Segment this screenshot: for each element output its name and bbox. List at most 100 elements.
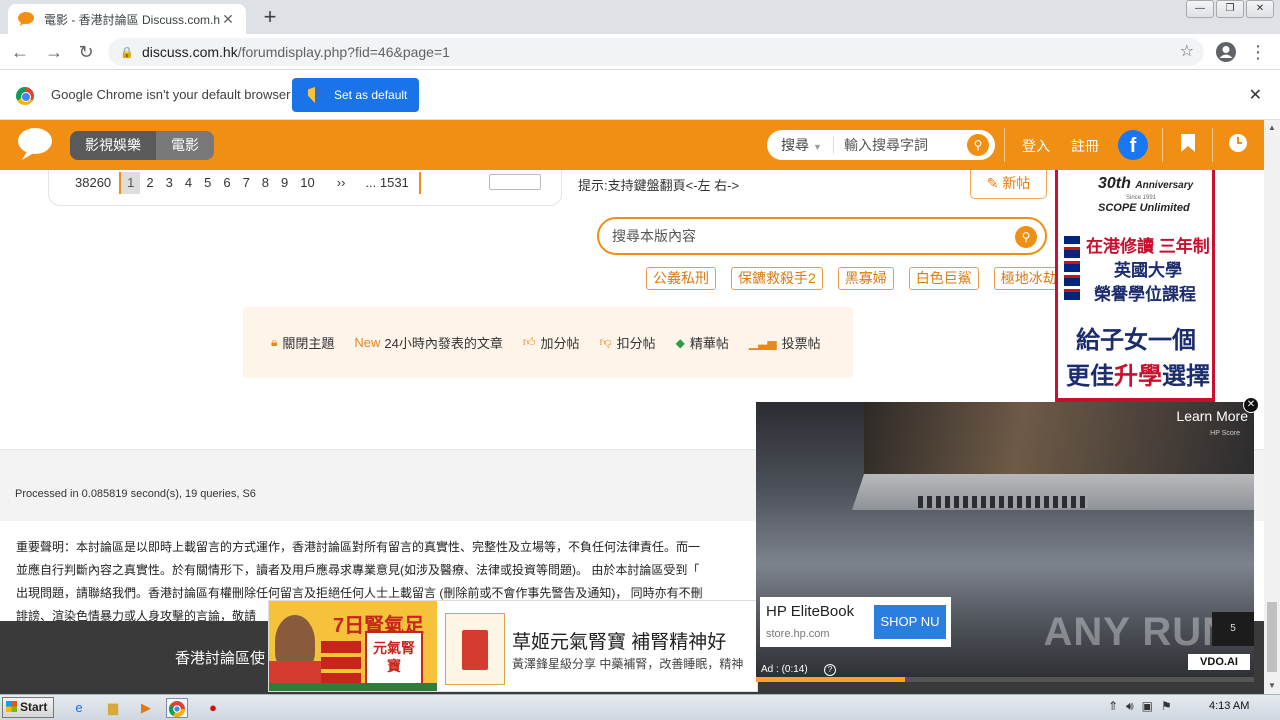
learn-more-link[interactable]: Learn More bbox=[1176, 408, 1248, 424]
tag-link[interactable]: 黑寡婦 bbox=[837, 267, 894, 290]
tag-link[interactable]: 白色巨鯊 bbox=[908, 267, 979, 290]
next-page-link[interactable]: ›› bbox=[331, 172, 360, 194]
back-arrow-icon[interactable]: ← bbox=[8, 40, 32, 64]
ad-promo-panel: 7日腎氣足 元氣腎寶 bbox=[269, 601, 437, 691]
new-post-button[interactable]: ✎ 新帖 bbox=[970, 170, 1047, 199]
browser-tab[interactable]: 電影 - 香港討論區 Discuss.com.hk - ✕ bbox=[8, 4, 246, 34]
site-search-input[interactable] bbox=[844, 137, 962, 153]
site-logo-icon[interactable] bbox=[18, 128, 52, 154]
page-link[interactable]: 5 bbox=[198, 172, 217, 194]
lock-icon: 🔒︎ bbox=[271, 335, 278, 349]
forward-arrow-icon[interactable]: → bbox=[42, 40, 66, 64]
skip-countdown[interactable]: 5 bbox=[1212, 612, 1254, 646]
set-as-default-button[interactable]: Set as default bbox=[292, 78, 419, 112]
search-icon[interactable]: ⚲ bbox=[967, 134, 989, 156]
bottom-banner-ad[interactable]: 7日腎氣足 元氣腎寶 草姬元氣腎寶 補腎精神好 黃澤鋒星級分享 中藥補腎，改善睡… bbox=[268, 600, 758, 692]
tag-link[interactable]: 保鑣救殺手2 bbox=[731, 267, 823, 290]
hot-tags: 公義私刑 保鑣救殺手2 黑寡婦 白色巨鯊 極地冰劫 bbox=[646, 267, 1079, 290]
ad-line: 英國大學 bbox=[1114, 261, 1182, 280]
video-ad-card: HP EliteBook store.hp.com SHOP NU bbox=[760, 597, 951, 647]
header-divider bbox=[1162, 128, 1163, 162]
minimize-button[interactable]: — bbox=[1186, 0, 1214, 18]
tab-movies[interactable]: 電影 bbox=[156, 131, 214, 160]
media-player-icon[interactable]: ▶ bbox=[135, 698, 157, 718]
close-window-button[interactable]: ✕ bbox=[1246, 0, 1274, 18]
gem-icon: ◆ bbox=[675, 335, 685, 350]
address-bar[interactable]: 🔒 discuss.com.hk/forumdisplay.php?fid=46… bbox=[108, 38, 1204, 66]
new-tab-button[interactable]: + bbox=[258, 6, 282, 30]
page-link[interactable]: 4 bbox=[179, 172, 198, 194]
page-scrollbar[interactable]: ▲ ▼ bbox=[1264, 120, 1280, 694]
tray-arrow-icon[interactable]: ⇑ bbox=[1108, 699, 1118, 714]
legend-plus: 👍︎ 加分帖 bbox=[522, 335, 580, 351]
page-link-current[interactable]: 1 bbox=[119, 172, 141, 194]
tag-link[interactable]: 公義私刑 bbox=[646, 267, 716, 290]
chrome-taskbar-icon[interactable] bbox=[166, 698, 188, 718]
ad-bullets-image bbox=[321, 637, 361, 685]
scrollbar-thumb[interactable] bbox=[1267, 602, 1277, 672]
page-link[interactable]: 10 bbox=[294, 172, 330, 194]
thumbs-up-icon: 👍︎ bbox=[522, 335, 536, 349]
menu-kebab-icon[interactable]: ⋮ bbox=[1246, 40, 1270, 64]
network-icon[interactable]: ▣ bbox=[1142, 699, 1153, 714]
scroll-down-arrow-icon[interactable]: ▼ bbox=[1264, 678, 1280, 694]
ad-subtext: 黃澤鋒星級分享 中藥補腎，改善睡眠，精神 bbox=[512, 657, 744, 671]
page-link[interactable]: 3 bbox=[160, 172, 179, 194]
anyrun-watermark: ANY RUN bbox=[1043, 610, 1232, 654]
register-link[interactable]: 註冊 bbox=[1071, 136, 1099, 156]
scroll-up-arrow-icon[interactable]: ▲ bbox=[1264, 120, 1280, 136]
pagination-panel: 38260 1 2 3 4 5 6 7 8 9 10 ›› ... 1531 bbox=[48, 170, 562, 206]
last-page-link[interactable]: ... 1531 bbox=[359, 172, 414, 194]
bookmark-star-icon[interactable]: ☆ bbox=[1180, 41, 1194, 61]
uk-flag-icon bbox=[1064, 236, 1080, 300]
lock-icon: 🔒 bbox=[120, 46, 134, 59]
antivirus-icon[interactable]: ● bbox=[202, 698, 224, 718]
facebook-icon[interactable]: f bbox=[1118, 130, 1148, 160]
hp-logo: HP Score bbox=[1210, 430, 1240, 437]
page-link[interactable]: 6 bbox=[217, 172, 236, 194]
history-clock-icon[interactable] bbox=[1227, 133, 1249, 157]
action-center-flag-icon[interactable]: ⚑ bbox=[1161, 699, 1172, 714]
profile-avatar-icon[interactable] bbox=[1214, 40, 1238, 64]
tag-link[interactable]: 極地冰劫 bbox=[993, 267, 1064, 290]
info-icon[interactable]: ? bbox=[824, 664, 836, 676]
page-link[interactable]: 7 bbox=[237, 172, 256, 194]
start-button[interactable]: Start bbox=[2, 697, 54, 718]
reload-icon[interactable]: ↻ bbox=[74, 40, 98, 64]
board-search-input[interactable] bbox=[612, 228, 992, 244]
page-link[interactable]: 8 bbox=[256, 172, 275, 194]
processed-stats: Processed in 0.085819 second(s), 19 quer… bbox=[15, 488, 256, 500]
side-banner-ad[interactable]: 30th Anniversary Since 1991 SCOPE Unlimi… bbox=[1055, 170, 1215, 402]
shop-now-button[interactable]: SHOP NU bbox=[874, 605, 946, 639]
legend-closed: 🔒︎ 關閉主題 bbox=[271, 335, 335, 351]
login-link[interactable]: 登入 bbox=[1022, 136, 1050, 156]
system-tray: ⇑ 🔊︎ ▣ ⚑ bbox=[1108, 699, 1180, 714]
tab-close-icon[interactable]: ✕ bbox=[220, 11, 236, 28]
window-controls: — ❐ ✕ bbox=[1184, 0, 1274, 18]
video-ad-player[interactable]: Learn More HP Score ANY RUN HP EliteBook… bbox=[756, 402, 1254, 682]
infobar-close-icon[interactable]: ✕ bbox=[1249, 85, 1262, 105]
infobar-message: Google Chrome isn't your default browser bbox=[51, 87, 291, 102]
site-search: 搜尋▼ ⚲ bbox=[767, 130, 995, 160]
video-progress-bar[interactable] bbox=[756, 677, 1254, 682]
page-link[interactable]: 2 bbox=[140, 172, 159, 194]
ad-brand: SCOPE Unlimited bbox=[1098, 202, 1190, 214]
restore-button[interactable]: ❐ bbox=[1216, 0, 1244, 18]
file-explorer-icon[interactable]: ▆ bbox=[102, 698, 124, 718]
internet-explorer-icon[interactable]: e bbox=[68, 698, 90, 718]
page-jump-input[interactable] bbox=[489, 174, 541, 190]
tab-entertainment[interactable]: 影視娛樂 bbox=[70, 131, 156, 160]
chrome-logo-icon bbox=[16, 87, 34, 105]
close-video-icon[interactable]: ✕ bbox=[1243, 397, 1259, 413]
ad-headline: 草姬元氣腎寶 補腎精神好 bbox=[512, 632, 727, 653]
ad-product-image bbox=[445, 613, 505, 685]
thumbs-down-icon: 👎︎ bbox=[599, 335, 612, 349]
bookmark-icon[interactable] bbox=[1177, 133, 1199, 157]
vdo-ai-logo[interactable]: VDO.AI bbox=[1188, 654, 1250, 670]
ad-ribbon bbox=[269, 683, 437, 691]
board-search-icon[interactable]: ⚲ bbox=[1015, 226, 1037, 248]
header-divider bbox=[1004, 128, 1005, 162]
page-link[interactable]: 9 bbox=[275, 172, 294, 194]
search-scope-select[interactable]: 搜尋 ▼ bbox=[767, 135, 833, 155]
volume-icon[interactable]: 🔊︎ bbox=[1126, 699, 1134, 714]
